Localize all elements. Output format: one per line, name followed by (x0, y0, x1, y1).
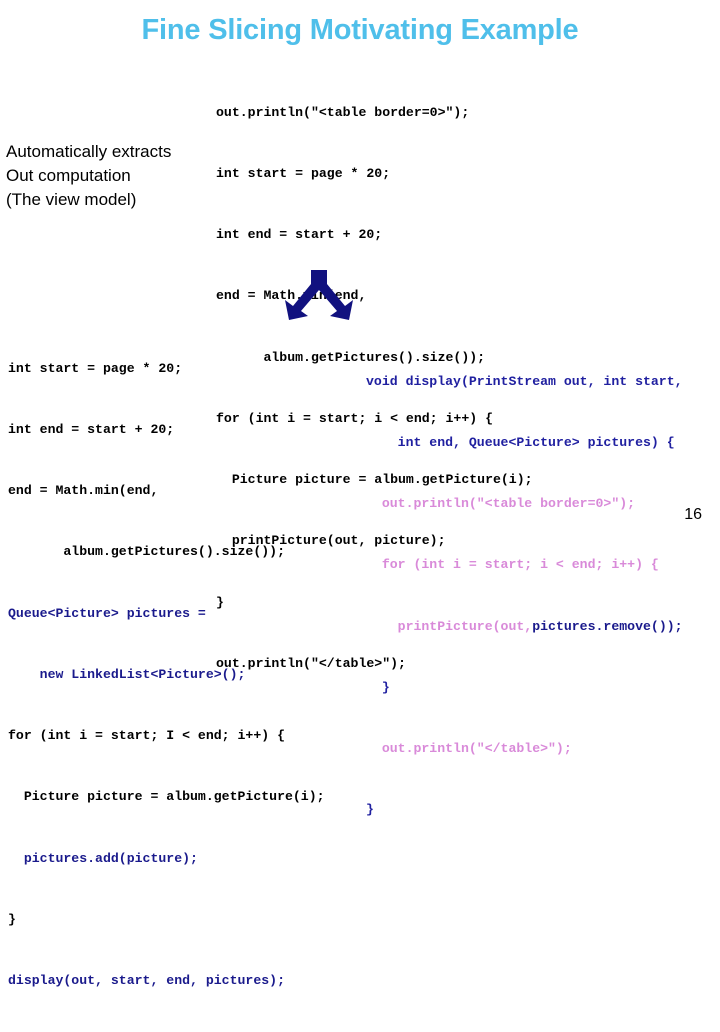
annotation-line-2: Out computation (6, 166, 131, 185)
code-line: new LinkedList<Picture>(); (8, 666, 246, 682)
split-down-arrow-icon (283, 270, 355, 322)
code-line: display(out, start, end, pictures); (8, 973, 285, 988)
code-line: end = Math.min(end, (216, 288, 367, 304)
page-number: 16 (684, 506, 702, 523)
code-line: int end = start + 20; (8, 422, 175, 438)
code-line-split: printPicture(out,pictures.remove()); (366, 617, 683, 637)
code-line: out.println("<table border=0>"); (216, 104, 470, 120)
code-line: for (int i = start; I < end; i++) { (8, 728, 285, 744)
code-line: for (int i = start; i < end; i++) { (366, 557, 659, 573)
code-line: void display(PrintStream out, int start, (366, 373, 683, 389)
code-segment-head: printPicture(out, (366, 618, 533, 634)
code-block-in-slice: int start = page * 20; int end = start +… (8, 318, 325, 1032)
code-line: } (366, 802, 374, 818)
code-line: album.getPictures().size()); (8, 544, 285, 560)
code-line: Queue<Picture> pictures = (8, 605, 206, 621)
code-line: int end = start + 20; (216, 227, 383, 243)
annotation-line-3: (The view model) (6, 190, 137, 209)
code-line: int start = page * 20; (8, 360, 183, 376)
code-line: } (8, 911, 16, 927)
code-block-out-slice: void display(PrintStream out, int start,… (366, 331, 683, 862)
code-line: Picture picture = album.getPicture(i); (8, 789, 325, 805)
code-line: out.println("<table border=0>"); (366, 496, 636, 512)
code-line: int end, Queue<Picture> pictures) { (366, 435, 675, 451)
code-line: out.println("</table>"); (366, 741, 572, 757)
page-title: Fine Slicing Motivating Example (141, 14, 579, 46)
slide-canvas: Fine Slicing Motivating Example Automati… (0, 0, 720, 988)
code-line: int start = page * 20; (216, 166, 391, 182)
annotation-line-1: Automatically extracts (6, 142, 172, 161)
code-line: end = Math.min(end, (8, 483, 159, 499)
code-line: } (366, 679, 390, 695)
code-segment-tail: pictures.remove()); (532, 618, 683, 634)
code-line: pictures.add(picture); (8, 850, 198, 866)
annotation-text: Automatically extracts Out computation (… (6, 140, 211, 212)
